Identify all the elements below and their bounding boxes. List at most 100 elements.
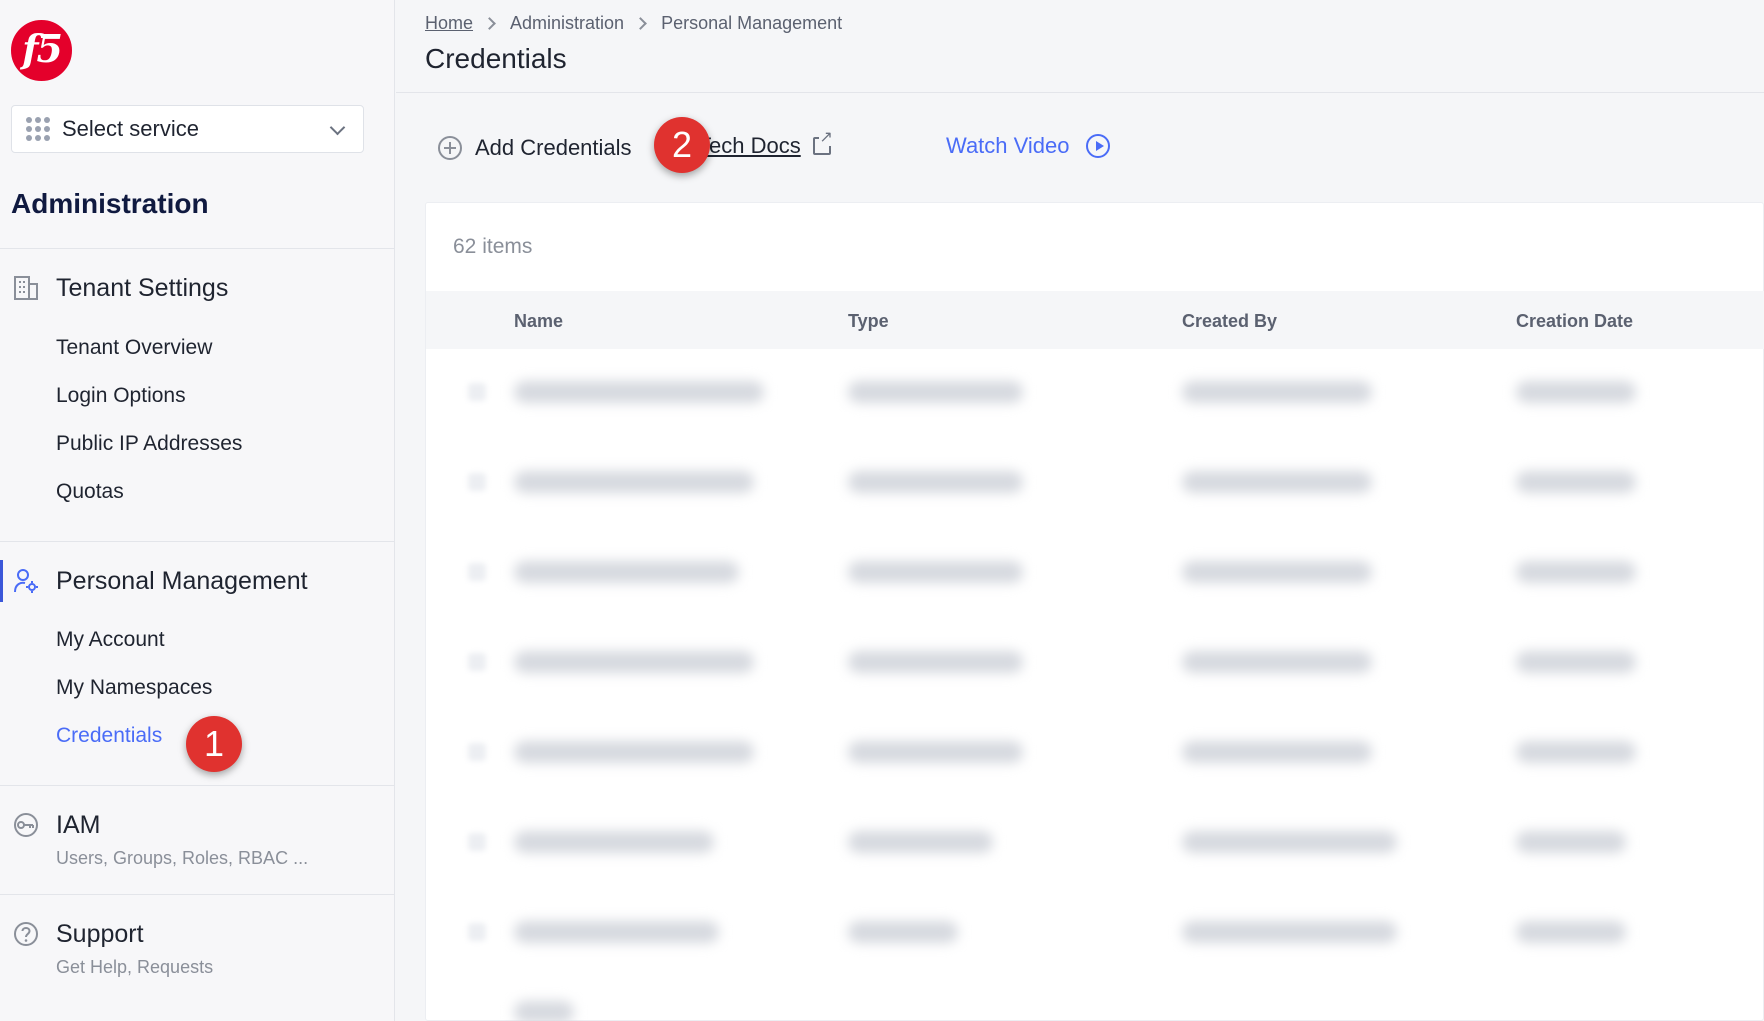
table-row[interactable] (426, 619, 1764, 709)
sidebar-group-personal-management[interactable]: Personal Management (0, 556, 394, 606)
breadcrumb: Home Administration Personal Management (425, 13, 842, 34)
sidebar-group-support[interactable]: Support (0, 909, 394, 959)
blurred-cell (848, 471, 1023, 493)
external-link-icon (812, 130, 833, 155)
blurred-cell (1182, 651, 1372, 673)
credentials-table-card: 62 items Name Type Created By Creation D… (425, 202, 1764, 1021)
blurred-cell (848, 561, 1023, 583)
blurred-cell (1516, 471, 1636, 493)
watch-video-link[interactable]: Watch Video (946, 133, 1110, 159)
blurred-cell (1516, 831, 1626, 853)
column-header-created-by[interactable]: Created By (1182, 311, 1277, 332)
sidebar-divider (0, 248, 394, 249)
blurred-cell (1516, 651, 1636, 673)
building-icon (14, 276, 38, 300)
action-bar: Add Credentials Tech Docs Watch Video (438, 130, 1110, 166)
blurred-cell (1182, 381, 1372, 403)
chevron-right-icon (483, 17, 496, 30)
sidebar-item-my-account[interactable]: My Account (56, 628, 165, 652)
sidebar-group-title: Tenant Settings (56, 273, 229, 302)
blurred-cell (514, 1001, 574, 1021)
table-row[interactable] (426, 979, 1764, 1021)
sidebar-item-credentials[interactable]: Credentials (56, 724, 162, 748)
tech-docs-label: Tech Docs (698, 133, 801, 158)
table-row[interactable] (426, 529, 1764, 619)
row-checkbox[interactable] (468, 563, 486, 581)
sidebar-section-title: Administration (11, 188, 209, 219)
sidebar-item-public-ip-addresses[interactable]: Public IP Addresses (56, 432, 242, 456)
column-header-type[interactable]: Type (848, 311, 889, 332)
row-checkbox[interactable] (468, 473, 486, 491)
blurred-cell (848, 651, 1023, 673)
chevron-right-icon (634, 17, 647, 30)
table-row[interactable] (426, 709, 1764, 799)
blurred-cell (1182, 921, 1397, 943)
blurred-cell (848, 921, 958, 943)
row-checkbox[interactable] (468, 383, 486, 401)
tech-docs-link[interactable]: Tech Docs (698, 130, 833, 159)
blurred-cell (1516, 381, 1636, 403)
sidebar-group-tenant-settings[interactable]: Tenant Settings (0, 263, 394, 313)
blurred-cell (514, 381, 764, 403)
blurred-cell (1182, 741, 1372, 763)
breadcrumb-administration[interactable]: Administration (510, 13, 624, 34)
watch-video-label: Watch Video (946, 133, 1070, 158)
column-header-creation-date[interactable]: Creation Date (1516, 311, 1633, 332)
table-row[interactable] (426, 439, 1764, 529)
blurred-cell (848, 381, 1023, 403)
row-checkbox[interactable] (468, 743, 486, 761)
header-divider (396, 92, 1764, 93)
row-checkbox[interactable] (468, 653, 486, 671)
step-badge-2: 2 (654, 117, 710, 173)
sidebar-group-subtitle: Get Help, Requests (56, 957, 214, 977)
row-checkbox[interactable] (468, 923, 486, 941)
sidebar: f5 Select service Administration Tenant … (0, 0, 395, 1021)
add-credentials-button[interactable]: Add Credentials (438, 135, 632, 161)
f5-logo[interactable]: f5 (11, 20, 72, 81)
sidebar-item-login-options[interactable]: Login Options (56, 384, 186, 408)
blurred-cell (1516, 561, 1636, 583)
sidebar-divider (0, 785, 394, 786)
sidebar-group-title: IAM (56, 810, 101, 839)
sidebar-group-iam[interactable]: IAM (0, 800, 394, 850)
sidebar-item-tenant-overview[interactable]: Tenant Overview (56, 336, 212, 360)
items-count: 62 items (453, 235, 533, 258)
service-select[interactable]: Select service (11, 105, 364, 153)
service-select-label: Select service (62, 116, 199, 141)
blurred-cell (514, 561, 739, 583)
sidebar-divider (0, 894, 394, 895)
blurred-cell (848, 831, 993, 853)
blurred-cell (514, 831, 714, 853)
table-row[interactable] (426, 799, 1764, 889)
sidebar-divider (0, 541, 394, 542)
sidebar-group-subtitle: Users, Groups, Roles, RBAC ... (56, 848, 309, 868)
column-header-name[interactable]: Name (514, 311, 563, 332)
table-header: Name Type Created By Creation Date (426, 291, 1764, 349)
sidebar-item-my-namespaces[interactable]: My Namespaces (56, 676, 212, 700)
user-settings-icon (14, 569, 38, 593)
page-title: Credentials (425, 43, 567, 74)
blurred-cell (514, 921, 719, 943)
blurred-cell (1516, 921, 1626, 943)
help-icon (14, 922, 38, 946)
sidebar-group-title: Personal Management (56, 566, 308, 595)
key-icon (14, 813, 38, 837)
add-circle-icon (438, 136, 462, 160)
blurred-cell (848, 741, 1023, 763)
chevron-down-icon (329, 119, 346, 136)
blurred-cell (514, 741, 754, 763)
step-badge-1: 1 (186, 716, 242, 772)
blurred-cell (514, 471, 754, 493)
play-circle-icon (1085, 134, 1110, 158)
row-checkbox[interactable] (468, 833, 486, 851)
breadcrumb-personal-management[interactable]: Personal Management (661, 13, 842, 34)
blurred-cell (1516, 741, 1636, 763)
breadcrumb-home[interactable]: Home (425, 13, 473, 34)
blurred-cell (514, 651, 754, 673)
table-row[interactable] (426, 889, 1764, 979)
sidebar-item-quotas[interactable]: Quotas (56, 480, 124, 504)
blurred-cell (1182, 831, 1397, 853)
blurred-cell (1182, 561, 1372, 583)
add-credentials-label: Add Credentials (475, 135, 632, 160)
table-row[interactable] (426, 349, 1764, 439)
